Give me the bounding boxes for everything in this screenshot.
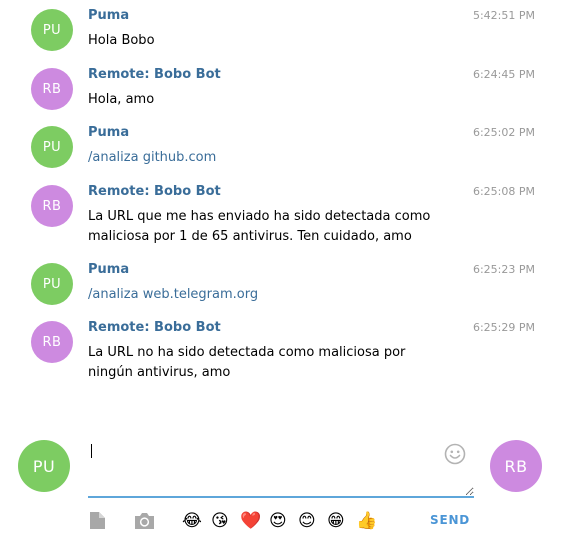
text-cursor [91,444,92,458]
sender-name[interactable]: Remote: Bobo Bot [88,67,221,82]
message-text: /analiza github.com [88,148,448,168]
message-text: La URL que me has enviado ha sido detect… [88,209,431,244]
timestamp: 6:25:02 PM [472,126,535,139]
self-avatar[interactable]: PU [18,440,70,492]
message-input[interactable] [88,436,474,498]
sender-name[interactable]: Puma [88,8,129,23]
sender-name[interactable]: Remote: Bobo Bot [88,184,221,199]
avatar[interactable]: RB [31,185,73,227]
sender-name[interactable]: Puma [88,262,129,277]
chat-window: PU Puma 5:42:51 PM Hola Bobo RB Remote: … [0,0,570,543]
message-text: Hola, amo [88,92,155,107]
avatar[interactable]: RB [31,321,73,363]
heart-emoji-icon[interactable]: ❤️ [240,510,261,532]
heart-eyes-emoji-icon[interactable]: 😍 [269,510,287,532]
timestamp: 6:25:29 PM [472,321,535,334]
message-url[interactable]: web.telegram.org [139,287,258,302]
timestamp: 6:24:45 PM [472,68,535,81]
thumbs-up-emoji-icon[interactable]: 👍 [356,510,377,532]
avatar[interactable]: PU [31,126,73,168]
timestamp: 6:25:23 PM [472,263,535,276]
bot-command-link[interactable]: /analiza [88,150,139,165]
sender-name[interactable]: Remote: Bobo Bot [88,320,221,335]
smiley-face-icon[interactable] [444,443,466,465]
grinning-emoji-icon[interactable]: 😁 [327,510,345,532]
file-icon[interactable] [88,511,106,534]
message-url[interactable]: github.com [139,150,217,165]
message-text: Hola Bobo [88,33,155,48]
send-button[interactable]: SEND [430,513,470,527]
avatar[interactable]: RB [31,68,73,110]
message-text: /analiza web.telegram.org [88,285,448,305]
smiling-emoji-icon[interactable]: 😊 [298,510,316,532]
bot-command-link[interactable]: /analiza [88,287,139,302]
sender-name[interactable]: Puma [88,125,129,140]
camera-icon[interactable] [134,511,155,534]
message-text: La URL no ha sido detectada como malicio… [88,345,406,380]
avatar[interactable]: PU [31,263,73,305]
timestamp: 5:42:51 PM [472,9,535,22]
timestamp: 6:25:08 PM [472,185,535,198]
kissing-wink-emoji-icon[interactable]: 😘 [211,510,229,532]
tears-of-joy-emoji-icon[interactable]: 😂 [182,510,202,532]
peer-avatar[interactable]: RB [490,440,542,492]
avatar[interactable]: PU [31,9,73,51]
